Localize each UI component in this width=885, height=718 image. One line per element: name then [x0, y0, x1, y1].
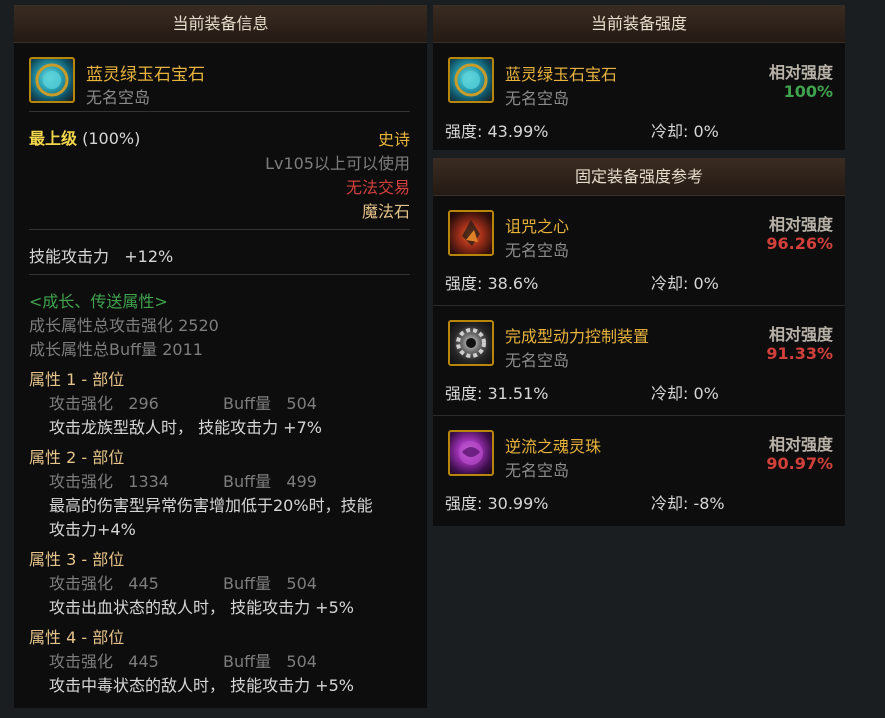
- item-source: 无名空岛: [505, 461, 570, 480]
- item-name[interactable]: 完成型动力控制装置: [505, 323, 649, 347]
- gem-icon: [29, 57, 75, 103]
- current-strength-title: 当前装备强度: [433, 5, 845, 43]
- relative-strength-value: 100%: [783, 82, 833, 101]
- divider: [29, 111, 410, 112]
- attribute-attack: 攻击强化 445: [49, 574, 159, 593]
- strength-value: 强度: 38.6%: [445, 274, 539, 293]
- relative-strength-value: 90.97%: [766, 454, 833, 473]
- relative-strength-label: 相对强度: [768, 325, 833, 344]
- equipment-info-panel: 当前装备信息 蓝灵绿玉石宝石 无名空岛 最上级 (100%) 史诗 Lv105以…: [14, 5, 427, 708]
- growth-buff-total: 成长属性总Buff量 2011: [29, 340, 203, 359]
- skill-attack-stat: 技能攻击力 +12%: [29, 247, 174, 266]
- attribute-attack: 攻击强化 445: [49, 652, 159, 671]
- cooldown-value: 冷却: -8%: [651, 494, 725, 513]
- level-requirement: Lv105以上可以使用: [265, 154, 410, 173]
- attribute-title: 属性 2 - 部位: [29, 448, 125, 467]
- attribute-title: 属性 3 - 部位: [29, 550, 125, 569]
- relative-strength-value: 91.33%: [766, 344, 833, 363]
- reference-strength-panel: 固定装备强度参考 诅咒之心 无名空岛 相对强度 96.26% 强度: 38.6%…: [433, 158, 845, 526]
- equipment-info-title: 当前装备信息: [14, 5, 427, 43]
- item-type: 魔法石: [361, 202, 410, 221]
- attribute-buff: Buff量 504: [223, 394, 317, 413]
- attribute-attack: 攻击强化 296: [49, 394, 159, 413]
- cooldown-value: 冷却: 0%: [651, 384, 719, 403]
- gem-icon: [448, 57, 494, 103]
- current-strength-panel: 当前装备强度 蓝灵绿玉石宝石 无名空岛 相对强度 100% 强度: 43.99%…: [433, 5, 845, 150]
- item-name[interactable]: 蓝灵绿玉石宝石: [505, 61, 617, 85]
- cooldown-value: 冷却: 0%: [651, 274, 719, 293]
- attribute-attack: 攻击强化 1334: [49, 472, 169, 491]
- grade: 最上级 (100%): [29, 125, 140, 149]
- grade-label: 最上级: [29, 129, 78, 148]
- rarity: 史诗: [377, 130, 410, 149]
- item-source: 无名空岛: [505, 241, 570, 260]
- divider: [29, 274, 410, 275]
- item-name[interactable]: 蓝灵绿玉石宝石: [86, 60, 205, 85]
- relative-strength-label: 相对强度: [768, 435, 833, 454]
- attribute-desc: 攻击中毒状态的敌人时， 技能攻击力 +5%: [49, 676, 354, 695]
- growth-title: <成长、传送属性>: [29, 292, 168, 311]
- growth-attack-total: 成长属性总攻击强化 2520: [29, 316, 219, 335]
- item-source: 无名空岛: [505, 89, 570, 108]
- strength-value: 强度: 30.99%: [445, 494, 549, 513]
- cooldown-value: 冷却: 0%: [651, 122, 719, 141]
- attribute-desc: 最高的伤害型异常伤害增加低于20%时，技能: [49, 496, 373, 515]
- attribute-title: 属性 1 - 部位: [29, 370, 125, 389]
- attribute-desc-continued: 攻击力+4%: [49, 520, 136, 539]
- strength-value: 强度: 43.99%: [445, 122, 549, 141]
- cursed-heart-icon: [448, 210, 494, 256]
- attribute-buff: Buff量 504: [223, 652, 317, 671]
- reference-item[interactable]: 逆流之魂灵珠 无名空岛 相对强度 90.97% 强度: 30.99% 冷却: -…: [433, 415, 845, 526]
- soul-orb-icon: [448, 430, 494, 476]
- reference-strength-title: 固定装备强度参考: [433, 158, 845, 196]
- grade-percent: (100%): [82, 129, 141, 148]
- relative-strength-value: 96.26%: [766, 234, 833, 253]
- attribute-buff: Buff量 499: [223, 472, 317, 491]
- attribute-desc: 攻击出血状态的敌人时， 技能攻击力 +5%: [49, 598, 354, 617]
- item-name[interactable]: 诅咒之心: [505, 213, 569, 237]
- relative-strength-label: 相对强度: [768, 215, 833, 234]
- attribute-title: 属性 4 - 部位: [29, 628, 125, 647]
- relative-strength-label: 相对强度: [768, 63, 833, 82]
- reference-item[interactable]: 完成型动力控制装置 无名空岛 相对强度 91.33% 强度: 31.51% 冷却…: [433, 305, 845, 416]
- item-name[interactable]: 逆流之魂灵珠: [505, 433, 601, 457]
- attribute-buff: Buff量 504: [223, 574, 317, 593]
- divider: [29, 229, 410, 230]
- power-control-device-icon: [448, 320, 494, 366]
- item-source: 无名空岛: [505, 351, 570, 370]
- attribute-desc: 攻击龙族型敌人时， 技能攻击力 +7%: [49, 418, 322, 437]
- reference-item[interactable]: 诅咒之心 无名空岛 相对强度 96.26% 强度: 38.6% 冷却: 0%: [433, 196, 845, 304]
- item-source: 无名空岛: [86, 88, 151, 107]
- strength-value: 强度: 31.51%: [445, 384, 549, 403]
- trade-status: 无法交易: [345, 178, 410, 197]
